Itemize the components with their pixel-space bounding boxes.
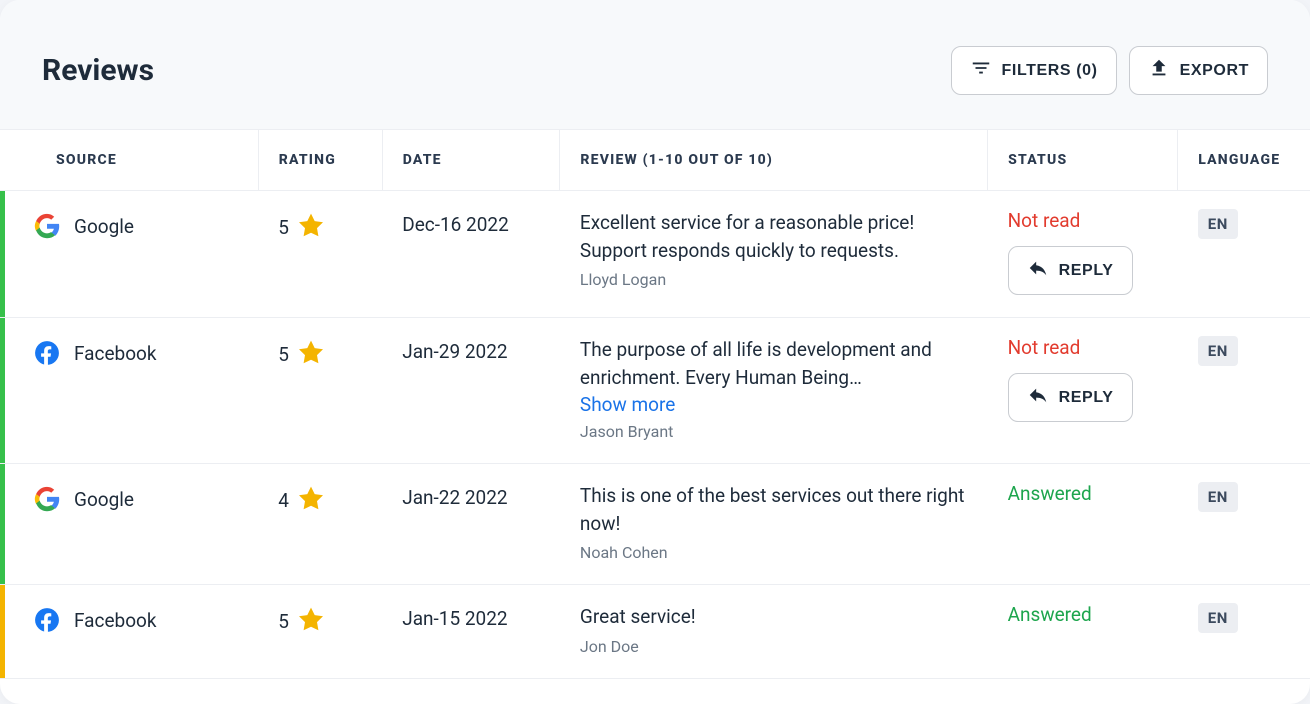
star-icon	[299, 607, 323, 636]
accent-bar	[0, 191, 5, 317]
review-text: The purpose of all life is development a…	[580, 336, 968, 391]
status-badge: Answered	[1008, 482, 1158, 505]
reviewer-name: Noah Cohen	[580, 543, 968, 562]
upload-icon	[1148, 57, 1170, 84]
review-date: Dec-16 2022	[402, 209, 540, 236]
reply-label: REPLY	[1059, 389, 1114, 407]
rating-value: 5	[278, 216, 289, 239]
reply-button[interactable]: REPLY	[1008, 373, 1133, 422]
source-name: Facebook	[74, 609, 157, 632]
reply-icon	[1027, 384, 1049, 411]
facebook-icon	[34, 340, 60, 366]
table-row[interactable]: Google 5 Dec-16 2022 Excellent service for…	[0, 191, 1310, 318]
col-language[interactable]: LANGUAGE	[1178, 130, 1310, 191]
col-date[interactable]: DATE	[382, 130, 560, 191]
reviews-card: Reviews FILTERS (0) EXPORT	[0, 0, 1310, 704]
table-row[interactable]: Facebook 5 Jan-29 2022 The purpose of all …	[0, 318, 1310, 464]
source-name: Google	[74, 215, 134, 238]
reviewer-name: Jason Bryant	[580, 422, 968, 441]
review-date: Jan-29 2022	[402, 336, 540, 363]
col-status[interactable]: STATUS	[988, 130, 1178, 191]
reviews-table: SOURCE RATING DATE REVIEW (1-10 OUT OF 1…	[0, 129, 1310, 679]
language-chip: EN	[1198, 209, 1238, 239]
source-name: Facebook	[74, 342, 157, 365]
language-chip: EN	[1198, 603, 1238, 633]
rating-value: 5	[278, 610, 289, 633]
filters-label: FILTERS (0)	[1002, 62, 1098, 80]
star-icon	[299, 213, 323, 242]
table-row[interactable]: Google 4 Jan-22 2022 This is one of the be…	[0, 464, 1310, 585]
reply-icon	[1027, 257, 1049, 284]
show-more-link[interactable]: Show more	[580, 393, 675, 416]
reply-label: REPLY	[1059, 262, 1114, 280]
reviews-table-wrap: SOURCE RATING DATE REVIEW (1-10 OUT OF 1…	[0, 129, 1310, 704]
language-chip: EN	[1198, 336, 1238, 366]
star-icon	[299, 340, 323, 369]
table-row[interactable]: Facebook 5 Jan-15 2022 Great service! Jon D…	[0, 585, 1310, 679]
review-text: Excellent service for a reasonable price…	[580, 209, 968, 264]
header-actions: FILTERS (0) EXPORT	[951, 46, 1268, 95]
google-icon	[34, 213, 60, 239]
export-label: EXPORT	[1180, 62, 1249, 80]
review-date: Jan-15 2022	[402, 603, 540, 630]
status-badge: Not read	[1008, 209, 1158, 232]
accent-bar	[0, 585, 5, 678]
col-source[interactable]: SOURCE	[0, 130, 258, 191]
star-icon	[299, 486, 323, 515]
status-badge: Answered	[1008, 603, 1158, 626]
language-chip: EN	[1198, 482, 1238, 512]
table-header-row: SOURCE RATING DATE REVIEW (1-10 OUT OF 1…	[0, 130, 1310, 191]
reviewer-name: Lloyd Logan	[580, 270, 968, 289]
review-text: This is one of the best services out the…	[580, 482, 968, 537]
reply-button[interactable]: REPLY	[1008, 246, 1133, 295]
google-icon	[34, 486, 60, 512]
review-date: Jan-22 2022	[402, 482, 540, 509]
review-text: Great service!	[580, 603, 968, 631]
page-title: Reviews	[42, 53, 154, 88]
filters-button[interactable]: FILTERS (0)	[951, 46, 1117, 95]
col-review[interactable]: REVIEW (1-10 OUT OF 10)	[560, 130, 988, 191]
rating-value: 4	[278, 489, 289, 512]
rating-value: 5	[278, 343, 289, 366]
filter-icon	[970, 57, 992, 84]
source-name: Google	[74, 488, 134, 511]
col-rating[interactable]: RATING	[258, 130, 382, 191]
accent-bar	[0, 464, 5, 584]
export-button[interactable]: EXPORT	[1129, 46, 1268, 95]
status-badge: Not read	[1008, 336, 1158, 359]
accent-bar	[0, 318, 5, 463]
reviewer-name: Jon Doe	[580, 637, 968, 656]
header: Reviews FILTERS (0) EXPORT	[0, 0, 1310, 129]
facebook-icon	[34, 607, 60, 633]
